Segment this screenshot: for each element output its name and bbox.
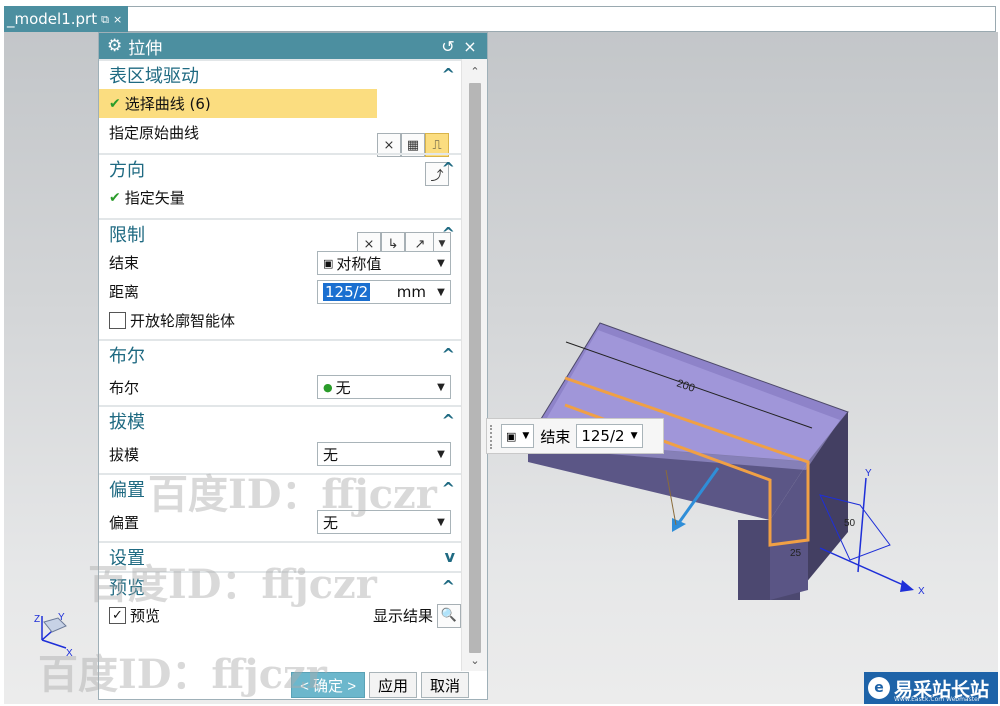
widget-end-label: 结束	[540, 427, 571, 446]
widget-distance-value: 125/2	[581, 427, 625, 445]
dialog-scrollbar[interactable]: ⌃ ⌄	[461, 59, 487, 671]
select-curve-row[interactable]: ✔ 选择曲线 (6)	[99, 89, 377, 118]
group-title: 限制	[109, 225, 145, 246]
site-brand-badge: e 易采站长站 Www.Easck.Com Webmaster	[864, 672, 998, 704]
distance-label: 距离	[109, 283, 140, 301]
scroll-down-icon[interactable]: ⌄	[462, 654, 488, 667]
reset-icon[interactable]: ↺	[437, 37, 459, 56]
group-direction[interactable]: 方向 ^	[99, 153, 461, 183]
symmetric-icon: ▣	[323, 256, 334, 270]
end-select[interactable]: ▣ 对称值 ▼	[317, 251, 451, 275]
on-canvas-limit-widget: ▣ ▼ 结束 125/2 ▼	[486, 418, 664, 454]
triad-y-label: Y	[58, 612, 65, 623]
group-title: 方向	[109, 160, 145, 181]
watermark: 百度ID：ffjczr	[38, 651, 327, 698]
origin-curve-label: 指定原始曲线	[109, 124, 200, 142]
specify-vector-label: 指定矢量	[124, 189, 185, 207]
collapse-icon[interactable]: ^	[442, 479, 455, 498]
group-title: 布尔	[109, 346, 145, 367]
show-result-label: 显示结果	[372, 607, 433, 625]
end-option-select[interactable]: ▣ ▼	[501, 424, 535, 448]
specify-vector-row: ✔ 指定矢量	[99, 183, 461, 212]
collapse-icon[interactable]: ^	[442, 577, 455, 596]
chevron-down-icon: ▼	[630, 431, 638, 441]
nx-window: _model1.prt ⧉ × 200 X Y 50 25 Z Y X ⚙ 拉伸…	[0, 0, 1000, 706]
collapse-icon[interactable]: ^	[442, 411, 455, 430]
tab-close-icon[interactable]: ×	[113, 14, 122, 25]
chevron-down-icon: ▼	[437, 448, 445, 460]
chevron-down-icon: ▼	[437, 381, 445, 393]
group-draft[interactable]: 拔模 ^	[99, 405, 461, 435]
group-limits[interactable]: 限制 ^	[99, 218, 461, 248]
tab-label: _model1.prt	[7, 10, 98, 28]
csys-y-label: Y	[865, 468, 872, 479]
check-icon: ✔	[109, 95, 121, 112]
magnifier-icon[interactable]: 🔍	[437, 603, 461, 628]
end-select-value: 对称值	[336, 254, 382, 273]
brand-logo-icon: e	[868, 677, 890, 699]
scroll-up-icon[interactable]: ⌃	[462, 65, 488, 78]
end-label: 结束	[109, 254, 140, 272]
collapse-icon[interactable]: ^	[442, 65, 455, 84]
boolean-label: 布尔	[109, 378, 140, 397]
boolean-row: 布尔 ● 无 ▼	[99, 369, 461, 405]
csys-y-axis	[857, 477, 867, 573]
watermark: 百度ID：ffjczr	[88, 561, 377, 608]
origin-curve-row: 指定原始曲线	[99, 118, 461, 147]
select-curve-label: 选择曲线 (6)	[124, 95, 211, 113]
boolean-none-icon: ●	[323, 380, 333, 394]
open-profile-label: 开放轮廓智能体	[130, 312, 236, 330]
draft-label: 拔模	[109, 445, 140, 464]
csys-x-label: X	[918, 586, 925, 597]
group-boolean[interactable]: 布尔 ^	[99, 339, 461, 369]
check-icon: ✔	[109, 189, 121, 206]
close-icon[interactable]: ×	[459, 37, 481, 56]
collapse-icon[interactable]: ^	[442, 345, 455, 364]
group-title: 偏置	[109, 480, 145, 501]
pin-icon[interactable]: ⧉	[101, 14, 109, 25]
dialog-title: 拉伸	[128, 38, 163, 59]
distance-row: 距离 125/2 mm ▼	[99, 277, 461, 306]
dialog-titlebar[interactable]: ⚙ 拉伸 ↺ ×	[99, 33, 487, 59]
open-profile-row[interactable]: 开放轮廓智能体	[99, 306, 461, 335]
boolean-select[interactable]: ● 无 ▼	[317, 375, 451, 399]
apply-button[interactable]: 应用	[368, 672, 417, 698]
expand-icon[interactable]: v	[445, 547, 455, 566]
boolean-value: 无	[335, 378, 351, 397]
brand-subtitle: Www.Easck.Com Webmaster	[894, 696, 981, 703]
csys-x-arrow	[900, 580, 914, 592]
drag-handle[interactable]	[490, 425, 494, 449]
symmetric-icon: ▣	[506, 429, 517, 443]
distance-input[interactable]: 125/2 mm ▼	[317, 280, 451, 304]
triad-z-label: Z	[34, 614, 40, 625]
scroll-thumb[interactable]	[469, 83, 481, 653]
end-row: 结束 ▣ 对称值 ▼	[99, 248, 461, 277]
chevron-down-icon: ▼	[437, 257, 445, 269]
chevron-down-icon: ▼	[522, 431, 530, 441]
group-section[interactable]: 表区域驱动 ^	[99, 59, 461, 89]
collapse-icon[interactable]: ^	[442, 224, 455, 243]
dimension-d1-label: 50	[844, 518, 856, 529]
chevron-down-icon: ▼	[437, 286, 445, 298]
watermark: 百度ID：ffjczr	[148, 471, 437, 518]
widget-distance-input[interactable]: 125/2 ▼	[576, 424, 643, 448]
distance-value: 125/2	[323, 283, 371, 301]
group-title: 拔模	[109, 412, 145, 433]
group-title: 表区域驱动	[109, 66, 199, 87]
dimension-d2-label: 25	[790, 548, 802, 559]
open-profile-checkbox[interactable]	[109, 312, 126, 329]
gear-icon[interactable]: ⚙	[107, 36, 122, 56]
cancel-button[interactable]: 取消	[420, 672, 469, 698]
tab-model1-prt[interactable]: _model1.prt ⧉ ×	[4, 6, 128, 32]
offset-label: 偏置	[109, 513, 140, 532]
tab-strip	[128, 6, 996, 32]
collapse-icon[interactable]: ^	[442, 159, 455, 178]
distance-unit: mm	[396, 283, 426, 301]
tab-bar: _model1.prt ⧉ ×	[0, 0, 1000, 32]
